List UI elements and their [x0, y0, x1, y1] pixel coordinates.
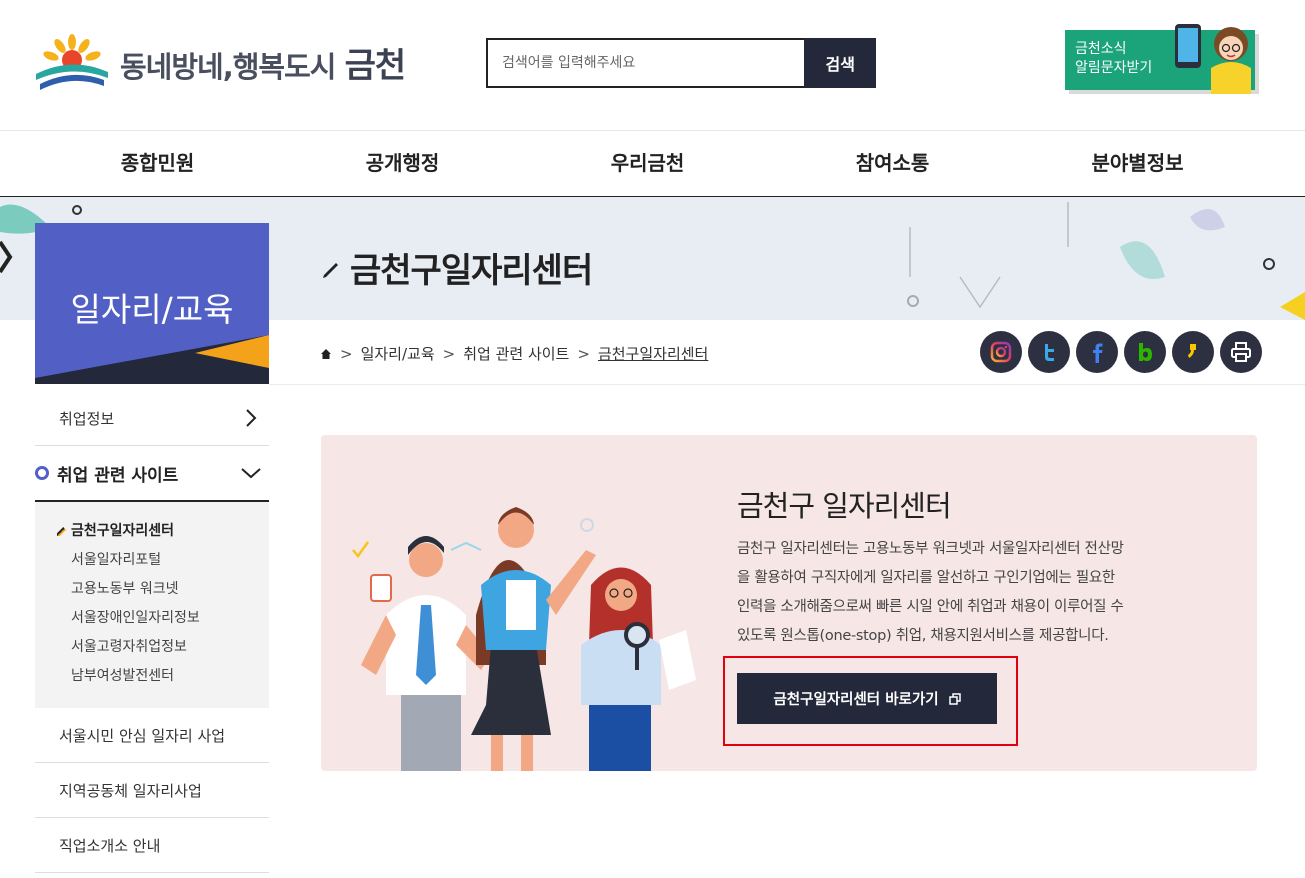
section-title: 일자리/교육 [70, 290, 234, 329]
print-icon [1231, 342, 1251, 362]
global-nav: 종합민원 공개행정 우리금천 참여소통 분야별정보 [0, 130, 1305, 197]
lnb-item-label: 지역공동체 일자리사업 [59, 781, 202, 800]
home-icon[interactable] [320, 348, 332, 360]
lnb-item-job-sites[interactable]: 취업 관련 사이트 [35, 446, 269, 502]
active-dot-icon [35, 466, 49, 480]
card-desc-line: 을 활용하여 구직자에게 일자리를 알선하고 구인기업에는 필요한 [737, 570, 1115, 586]
breadcrumb: > 일자리/교육 > 취업 관련 사이트 > 금천구일자리센터 [320, 343, 708, 364]
lnb-item-label: 취업정보 [59, 409, 115, 428]
sns-share-bar [980, 331, 1262, 373]
facebook-icon [1093, 343, 1103, 363]
breadcrumb-divider [269, 384, 1305, 385]
lnb-item-safe-jobs[interactable]: 서울시민 안심 일자리 사업 [35, 708, 269, 763]
card-title: 금천구 일자리센터 [737, 489, 952, 523]
header: 동네방네,행복도시 금천 검색 금천소식 알림문자받기 [0, 0, 1305, 130]
site-logo[interactable]: 동네방네,행복도시 금천 [34, 34, 407, 90]
lnb-sub-item-women-center[interactable]: 남부여성발전센터 [57, 665, 269, 694]
twitter-icon [1045, 344, 1054, 361]
breadcrumb-separator: > [577, 344, 590, 363]
kakaostory-share-button[interactable] [1172, 331, 1214, 373]
logo-name: 금천 [344, 45, 407, 86]
lnb-item-job-info[interactable]: 취업정보 [35, 391, 269, 446]
facebook-share-button[interactable] [1076, 331, 1118, 373]
gnb-item-participation[interactable]: 참여소통 [770, 131, 1015, 196]
lnb-sub-item-seoul-portal[interactable]: 서울일자리포털 [57, 549, 269, 578]
card-desc-line: 인력을 소개해줌으로써 빠른 시일 안에 취업과 채용이 이루어질 수 [737, 599, 1124, 615]
lnb-submenu: 금천구일자리센터 서울일자리포털 고용노동부 워크넷 서울장애인일자리정보 서울… [35, 502, 269, 708]
lnb-sub-item-senior-jobs[interactable]: 서울고령자취업정보 [57, 636, 269, 665]
lnb-item-label: 서울시민 안심 일자리 사업 [59, 726, 226, 745]
breadcrumb-item-sites[interactable]: 취업 관련 사이트 [463, 343, 569, 364]
chevron-right-icon [246, 409, 257, 427]
instagram-share-button[interactable] [980, 331, 1022, 373]
breadcrumb-separator: > [442, 344, 456, 363]
gnb-item-civil[interactable]: 종합민원 [35, 131, 280, 196]
lnb-sub-item-disabled-jobs[interactable]: 서울장애인일자리정보 [57, 607, 269, 636]
search-input[interactable] [486, 38, 805, 88]
kakaostory-icon [1188, 344, 1196, 358]
sunflower-logo-icon [36, 34, 108, 90]
highlight-box [723, 656, 1018, 746]
page-title-text: 금천구일자리센터 [350, 251, 593, 291]
job-seekers-illustration [352, 507, 696, 771]
lnb-item-label: 직업소개소 안내 [59, 836, 161, 855]
section-title-box: 일자리/교육 [35, 223, 269, 384]
instagram-icon [990, 341, 1012, 363]
lnb-item-label: 취업 관련 사이트 [57, 465, 179, 486]
sms-banner-line1: 금천소식 [1075, 41, 1127, 57]
local-nav: 취업정보 취업 관련 사이트 금천구일자리센터 서울일자리포털 고용노동부 워크… [35, 391, 269, 873]
gnb-item-geumcheon[interactable]: 우리금천 [525, 131, 770, 196]
breadcrumb-item-current[interactable]: 금천구일자리센터 [598, 343, 708, 364]
gnb-item-fields[interactable]: 분야별정보 [1015, 131, 1260, 196]
search-button[interactable]: 검색 [804, 38, 876, 88]
lnb-item-agency-info[interactable]: 직업소개소 안내 [35, 818, 269, 873]
lnb-item-community-jobs[interactable]: 지역공동체 일자리사업 [35, 763, 269, 818]
gnb-item-admin[interactable]: 공개행정 [280, 131, 525, 196]
blog-icon [1139, 343, 1152, 361]
page-title: 금천구일자리센터 [320, 243, 593, 292]
blog-share-button[interactable] [1124, 331, 1166, 373]
lnb-sub-item-geumcheon-center[interactable]: 금천구일자리센터 [57, 520, 269, 549]
sms-subscribe-banner[interactable]: 금천소식 알림문자받기 [1065, 24, 1263, 96]
print-button[interactable] [1220, 331, 1262, 373]
card-desc-line: 금천구 일자리센터는 고용노동부 워크넷과 서울일자리센터 전산망 [737, 541, 1124, 557]
card-desc-line: 있도록 원스톱(one-stop) 취업, 채용지원서비스를 제공합니다. [737, 628, 1109, 644]
person-phone-icon [1175, 24, 1251, 94]
breadcrumb-item-jobs[interactable]: 일자리/교육 [361, 343, 435, 364]
breadcrumb-separator: > [340, 344, 353, 363]
logo-slogan: 동네방네,행복도시 [120, 49, 336, 84]
search-form: 검색 [486, 38, 876, 88]
pencil-icon [323, 262, 338, 278]
twitter-share-button[interactable] [1028, 331, 1070, 373]
lnb-sub-item-worknet[interactable]: 고용노동부 워크넷 [57, 578, 269, 607]
card-description: 금천구 일자리센터는 고용노동부 워크넷과 서울일자리센터 전산망 을 활용하여… [737, 535, 1167, 651]
sms-banner-line2: 알림문자받기 [1075, 60, 1153, 76]
chevron-down-icon [241, 468, 261, 479]
